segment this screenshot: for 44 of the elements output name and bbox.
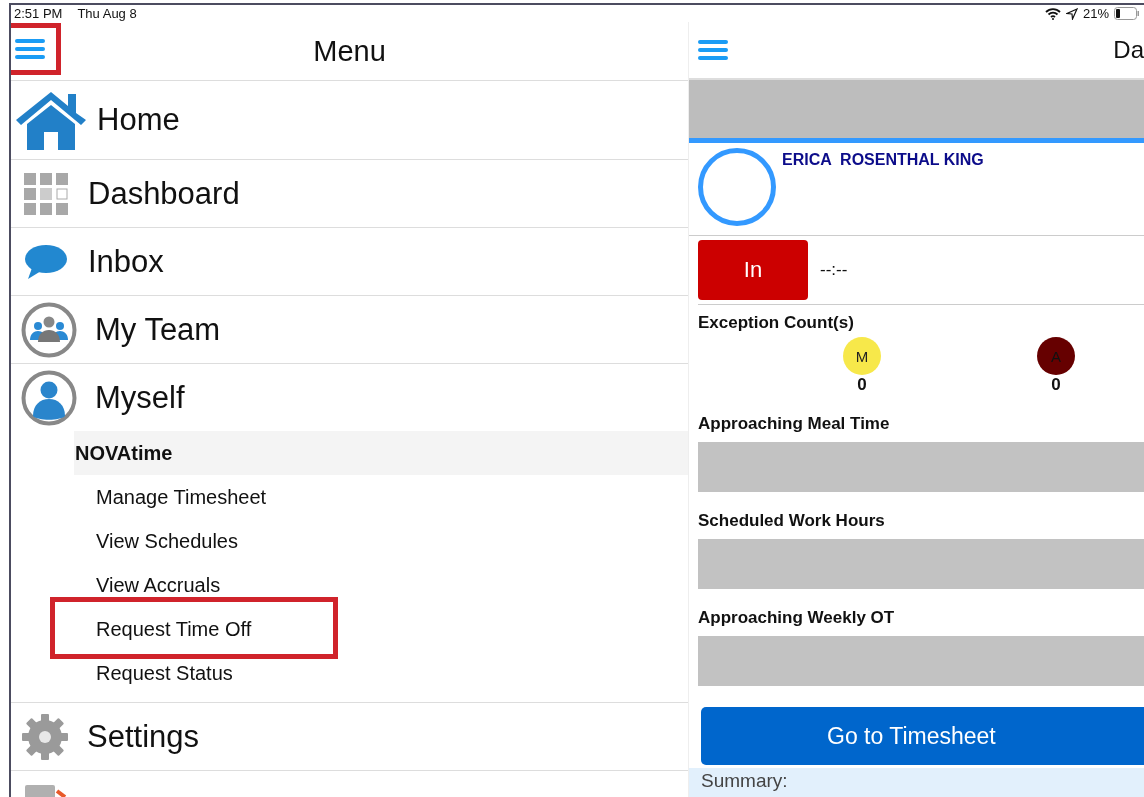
section-title: Approaching Meal Time <box>698 414 891 434</box>
submenu-item[interactable]: View Schedules <box>11 519 688 563</box>
battery-icon <box>1114 7 1140 20</box>
section-header: NOVAtime <box>74 431 688 475</box>
status-time: 2:51 PM <box>14 6 63 21</box>
location-arrow-icon <box>1065 7 1078 20</box>
menu-item[interactable]: Inbox <box>11 228 688 296</box>
menu-item[interactable]: Dashboard <box>11 160 688 228</box>
section-title: Scheduled Work Hours <box>698 511 886 531</box>
team-icon <box>21 301 77 358</box>
submenu-item[interactable]: Manage Timesheet <box>11 475 688 519</box>
menu-item[interactable]: Myself <box>11 364 688 431</box>
status-date: Thu Aug 8 <box>77 6 137 21</box>
go-to-timesheet-button[interactable]: Go to Timesheet <box>701 707 1144 765</box>
wifi-icon <box>1044 7 1061 20</box>
exception-badge: M <box>843 337 881 375</box>
submenu-item[interactable]: Request Time Off <box>11 607 688 651</box>
grid-icon <box>24 172 68 215</box>
exception-count: 0 <box>857 375 867 395</box>
menu-item-label: Myself <box>95 379 185 416</box>
menu-title: Menu <box>313 34 386 68</box>
menu-item-label: Settings <box>87 718 199 755</box>
punch-time: --:-- <box>820 260 848 280</box>
gear-icon <box>21 712 69 761</box>
battery-percent: 21% <box>1082 6 1109 21</box>
summary-label: Summary: <box>701 770 788 791</box>
menu-item[interactable]: Home <box>11 81 688 160</box>
exception-count: 0 <box>1051 375 1061 395</box>
menu-item-label: Dashboard <box>88 175 240 212</box>
employee-name: ERICA ROSENTHAL KING <box>782 151 984 169</box>
person-icon <box>21 369 77 426</box>
submenu-item[interactable]: Request Status <box>11 651 688 695</box>
menu-item[interactable]: My Team <box>11 296 688 364</box>
submenu-item[interactable]: View Accruals <box>11 563 688 607</box>
speech-bubble-icon <box>24 243 68 280</box>
menu-item-label: Inbox <box>88 243 164 280</box>
exceptions-title: Exception Count(s) <box>698 313 855 333</box>
page-title: Da <box>1113 36 1144 64</box>
menu-item[interactable]: Settings <box>11 703 688 771</box>
exception-badge: A <box>1037 337 1075 375</box>
menu-item-label: Home <box>97 102 180 138</box>
menu-item-label: My Team <box>95 311 221 348</box>
section-title: Approaching Weekly OT <box>698 608 896 628</box>
punch-in-button[interactable]: In <box>698 240 808 300</box>
